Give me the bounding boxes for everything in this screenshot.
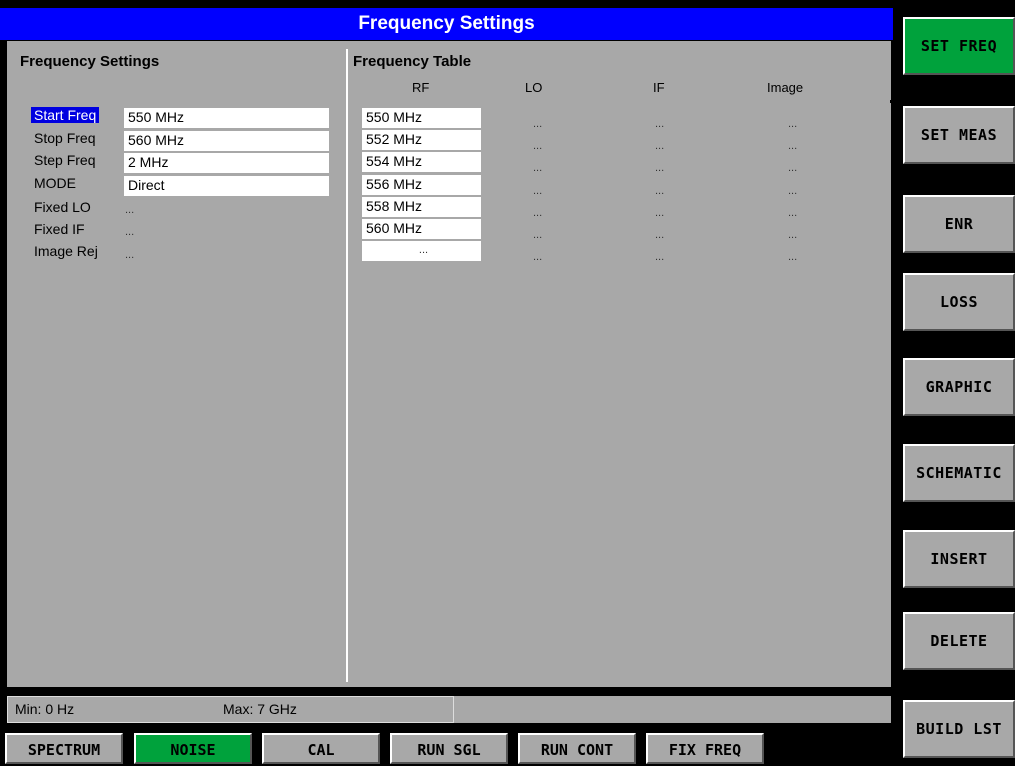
hotkey-fix-freq[interactable]: FIX FREQ — [646, 733, 764, 764]
start-freq-field[interactable]: 550 MHz — [124, 108, 329, 128]
fixed-lo-label[interactable]: Fixed LO — [34, 199, 91, 215]
column-header-lo: LO — [525, 80, 543, 95]
rf-cell[interactable]: 552 MHz — [362, 130, 481, 150]
window-title: Frequency Settings — [0, 8, 893, 40]
fixed-if-value[interactable]: ... — [125, 226, 134, 238]
stop-freq-label[interactable]: Stop Freq — [34, 130, 95, 146]
image-cell: ... — [788, 118, 798, 130]
mode-field[interactable]: Direct — [124, 176, 329, 196]
lo-cell: ... — [533, 251, 543, 263]
scroll-mark — [890, 100, 894, 103]
image-rej-value[interactable]: ... — [125, 249, 134, 261]
image-cell: ... — [788, 207, 798, 219]
rf-cell[interactable]: 556 MHz — [362, 175, 481, 195]
column-header-image: Image — [767, 80, 804, 95]
if-cell: ... — [655, 118, 665, 130]
step-freq-field[interactable]: 2 MHz — [124, 153, 329, 173]
hotkey-noise[interactable]: NOISE — [134, 733, 252, 764]
panel-divider — [346, 49, 348, 682]
rf-cell[interactable]: ... — [362, 241, 481, 261]
stop-freq-field[interactable]: 560 MHz — [124, 131, 329, 151]
lo-cell: ... — [533, 118, 543, 130]
status-range-box: Min: 0 Hz Max: 7 GHz — [7, 696, 454, 723]
lo-cell: ... — [533, 207, 543, 219]
lo-cell: ... — [533, 140, 543, 152]
rf-cell[interactable]: 554 MHz — [362, 152, 481, 172]
lo-cell: ... — [533, 185, 543, 197]
if-cell: ... — [655, 140, 665, 152]
image-cell: ... — [788, 229, 798, 241]
image-cell: ... — [788, 140, 798, 152]
if-cell: ... — [655, 207, 665, 219]
mode-label[interactable]: MODE — [34, 175, 76, 191]
hotkey-cal[interactable]: CAL — [262, 733, 380, 764]
settings-heading: Frequency Settings — [20, 53, 160, 70]
max-freq-text: Max: 7 GHz — [223, 701, 297, 717]
softkey-delete[interactable]: DELETE — [903, 612, 1015, 670]
start-freq-label[interactable]: Start Freq — [31, 107, 100, 123]
image-cell: ... — [788, 162, 798, 174]
image-cell: ... — [788, 185, 798, 197]
cursor-mark — [581, 688, 586, 692]
content-panel: Frequency Settings Frequency Table Start… — [7, 41, 891, 687]
table-heading: Frequency Table — [353, 53, 472, 70]
rf-cell[interactable]: 558 MHz — [362, 197, 481, 217]
rf-cell[interactable]: 550 MHz — [362, 108, 481, 128]
rf-cell[interactable]: 560 MHz — [362, 219, 481, 239]
fixed-if-label[interactable]: Fixed IF — [34, 221, 85, 237]
softkey-insert[interactable]: INSERT — [903, 530, 1015, 588]
softkey-build-lst[interactable]: BUILD LST — [903, 700, 1015, 758]
hotkey-run-sgl[interactable]: RUN SGL — [390, 733, 508, 764]
hotkey-spectrum[interactable]: SPECTRUM — [5, 733, 123, 764]
softkey-set-meas[interactable]: SET MEAS — [903, 106, 1015, 164]
softkey-schematic[interactable]: SCHEMATIC — [903, 444, 1015, 502]
lo-cell: ... — [533, 162, 543, 174]
if-cell: ... — [655, 251, 665, 263]
softkey-graphic[interactable]: GRAPHIC — [903, 358, 1015, 416]
fixed-lo-value[interactable]: ... — [125, 204, 134, 216]
if-cell: ... — [655, 162, 665, 174]
softkey-set-freq[interactable]: SET FREQ — [903, 17, 1015, 75]
column-header-rf: RF — [412, 80, 430, 95]
image-rej-label[interactable]: Image Rej — [34, 243, 98, 259]
softkey-loss[interactable]: LOSS — [903, 273, 1015, 331]
min-freq-text: Min: 0 Hz — [15, 701, 75, 717]
softkey-enr[interactable]: ENR — [903, 195, 1015, 253]
if-cell: ... — [655, 185, 665, 197]
main-window: Frequency Settings Frequency Settings Fr… — [0, 0, 897, 700]
column-header-if: IF — [653, 80, 665, 95]
lo-cell: ... — [533, 229, 543, 241]
image-cell: ... — [788, 251, 798, 263]
hotkey-run-cont[interactable]: RUN CONT — [518, 733, 636, 764]
if-cell: ... — [655, 229, 665, 241]
status-bar: Min: 0 Hz Max: 7 GHz — [7, 696, 891, 723]
step-freq-label[interactable]: Step Freq — [34, 152, 95, 168]
